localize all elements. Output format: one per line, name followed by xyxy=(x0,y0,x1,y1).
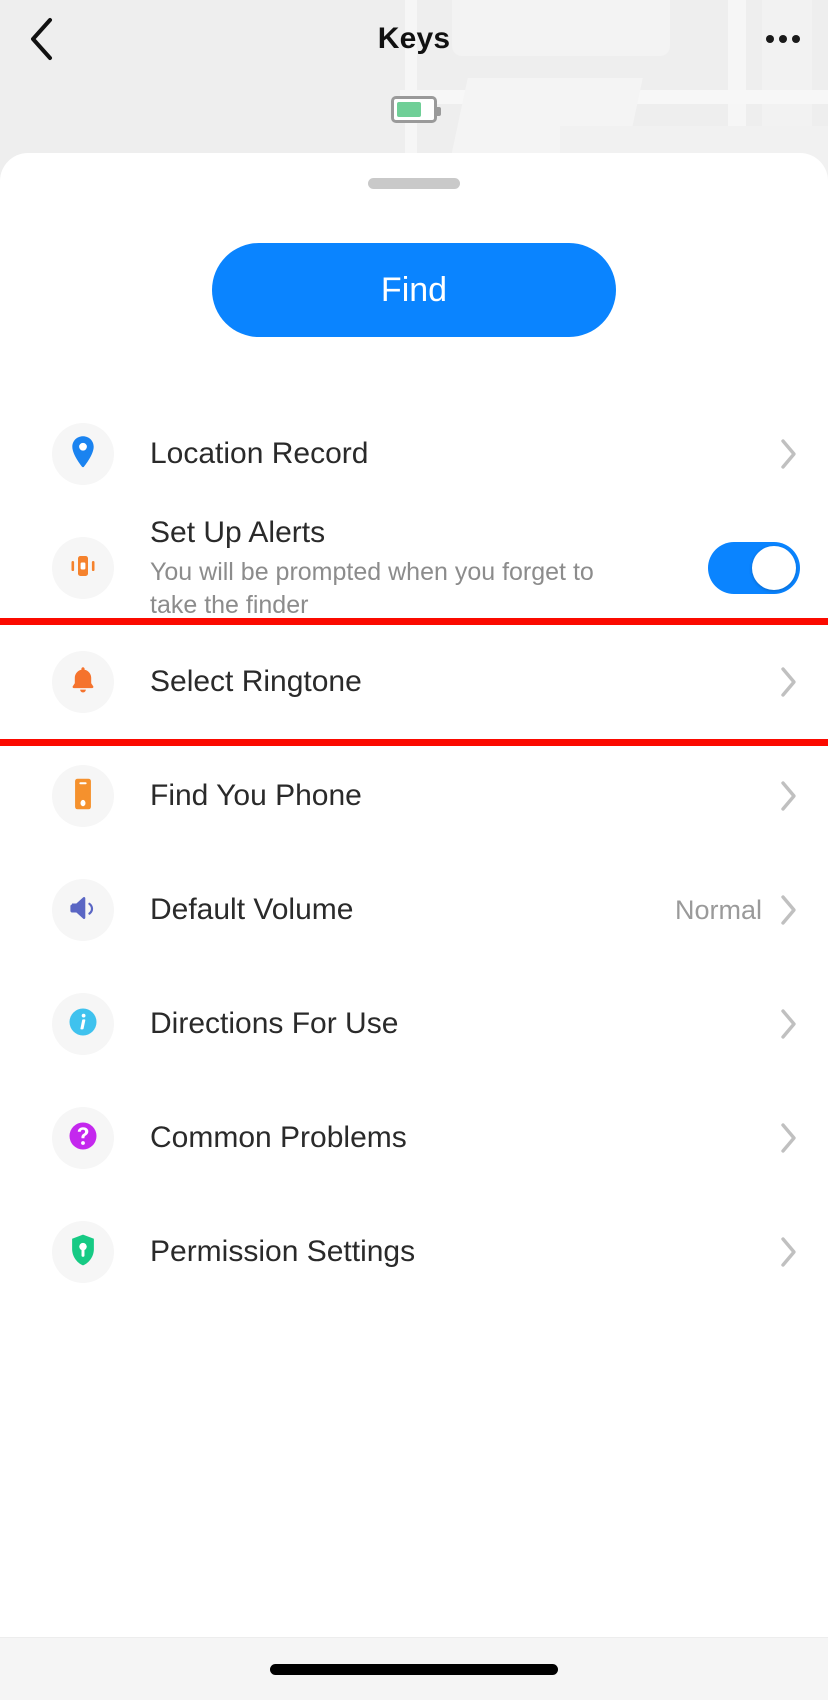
icon-bubble xyxy=(52,765,114,827)
chevron-right-icon xyxy=(778,780,800,812)
alerts-toggle[interactable] xyxy=(708,542,800,594)
phone-screen: Keys Find Location Record Set Up Alerts Yo… xyxy=(0,0,828,1700)
mobile-device-icon xyxy=(70,777,96,816)
list-item-directions-for-use[interactable]: Directions For Use xyxy=(0,967,828,1081)
toggle-knob xyxy=(752,546,796,590)
list-item-subtitle: You will be prompted when you forget to … xyxy=(150,557,594,619)
list-item-text: Permission Settings xyxy=(150,1233,778,1271)
list-item-default-volume[interactable]: Default Volume Normal xyxy=(0,853,828,967)
more-horizontal-icon xyxy=(766,35,774,43)
find-button[interactable]: Find xyxy=(212,243,616,337)
page-title: Keys xyxy=(377,22,451,55)
chevron-left-icon xyxy=(28,17,54,61)
chevron-right-icon xyxy=(778,1122,800,1154)
list-item-text: Find You Phone xyxy=(150,777,778,815)
icon-bubble xyxy=(52,537,114,599)
list-item-title: Select Ringtone xyxy=(150,665,362,699)
drag-handle[interactable] xyxy=(368,178,460,189)
list-item-location-record[interactable]: Location Record xyxy=(0,397,828,511)
list-item-permission-settings[interactable]: Permission Settings xyxy=(0,1195,828,1309)
list-item-text: Directions For Use xyxy=(150,1005,778,1043)
more-horizontal-icon xyxy=(792,35,800,43)
icon-bubble xyxy=(52,651,114,713)
find-button-container: Find xyxy=(0,243,828,337)
list-item-common-problems[interactable]: Common Problems xyxy=(0,1081,828,1195)
list-item-set-up-alerts[interactable]: Set Up Alerts You will be prompted when y… xyxy=(0,511,828,625)
more-horizontal-icon xyxy=(779,35,787,43)
chevron-right-icon xyxy=(778,438,800,470)
list-item-text: Select Ringtone xyxy=(150,663,778,701)
chevron-right-icon xyxy=(778,1008,800,1040)
icon-bubble xyxy=(52,423,114,485)
list-item-title: Find You Phone xyxy=(150,779,362,813)
chevron-right-icon xyxy=(778,1236,800,1268)
speaker-volume-icon xyxy=(66,893,100,928)
question-circle-icon xyxy=(66,1119,100,1158)
back-button[interactable] xyxy=(28,16,74,62)
more-options-button[interactable] xyxy=(754,16,800,62)
list-item-title: Permission Settings xyxy=(150,1235,416,1269)
list-item-title: Default Volume xyxy=(150,893,354,927)
battery-indicator xyxy=(0,96,828,123)
list-item-text: Location Record xyxy=(150,435,778,473)
chevron-right-icon xyxy=(778,894,800,926)
navigation-bar: Keys xyxy=(0,0,828,78)
list-item-text: Set Up Alerts You will be prompted when y… xyxy=(150,514,700,622)
list-item-title: Location Record xyxy=(150,437,369,471)
home-bar-area xyxy=(0,1637,828,1700)
info-circle-icon xyxy=(66,1005,100,1044)
icon-bubble xyxy=(52,1107,114,1169)
icon-bubble xyxy=(52,1221,114,1283)
list-item-title: Common Problems xyxy=(150,1121,407,1155)
content-sheet: Find Location Record Set Up Alerts You wil… xyxy=(0,153,828,1700)
sheet-spacer xyxy=(0,1309,828,1637)
list-item-title: Directions For Use xyxy=(150,1007,399,1041)
vibrate-phone-icon xyxy=(67,550,99,587)
shield-key-icon xyxy=(68,1233,98,1272)
icon-bubble xyxy=(52,993,114,1055)
battery-fill xyxy=(397,102,422,117)
list-item-find-you-phone[interactable]: Find You Phone xyxy=(0,739,828,853)
home-indicator[interactable] xyxy=(270,1663,558,1675)
battery-icon xyxy=(391,96,441,123)
map-pin-icon xyxy=(68,435,98,474)
bell-icon xyxy=(68,664,98,701)
settings-list: Location Record Set Up Alerts You will be … xyxy=(0,397,828,1309)
icon-bubble xyxy=(52,879,114,941)
list-item-select-ringtone[interactable]: Select Ringtone xyxy=(0,618,828,746)
list-item-text: Default Volume xyxy=(150,891,675,929)
list-item-title: Set Up Alerts xyxy=(150,516,326,550)
chevron-right-icon xyxy=(778,666,800,698)
list-item-text: Common Problems xyxy=(150,1119,778,1157)
list-item-value: Normal xyxy=(674,894,762,925)
